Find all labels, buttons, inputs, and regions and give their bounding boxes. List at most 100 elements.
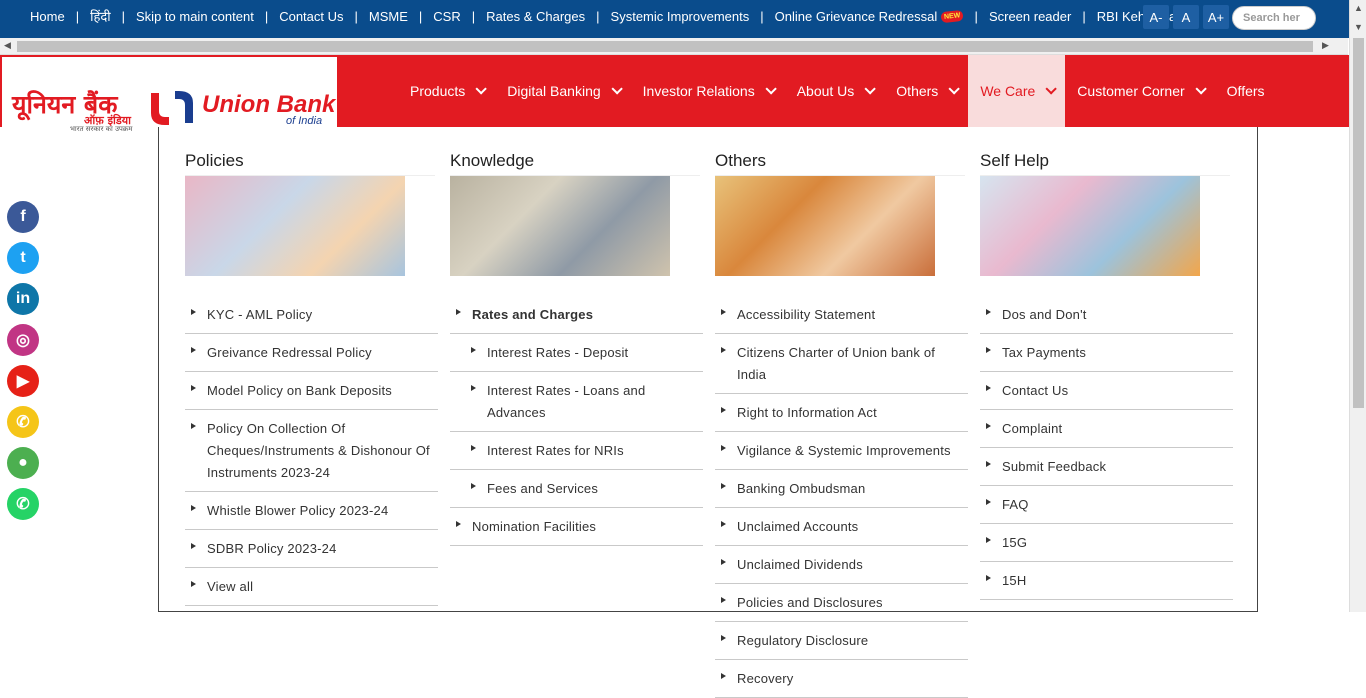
- scroll-right-icon[interactable]: ▶: [1322, 40, 1329, 51]
- menu-link[interactable]: Policy On Collection Of Cheques/Instrume…: [185, 410, 438, 492]
- map-pin-icon[interactable]: ●: [7, 447, 39, 479]
- menu-link[interactable]: 15G: [980, 524, 1233, 562]
- link-separator: |: [596, 8, 600, 24]
- bank-logo[interactable]: यूनियन बैंक ऑफ़ इंडिया भारत सरकार का उपक…: [2, 57, 337, 133]
- mega-column-self-help: Self Help Dos and Don't Tax Payments Contac…: [980, 127, 1234, 600]
- chevron-down-icon: [864, 83, 877, 95]
- menu-link[interactable]: Dos and Don't: [980, 296, 1233, 334]
- menu-link[interactable]: Recovery: [715, 660, 968, 698]
- column-link-list: Rates and Charges Interest Rates - Deposi…: [450, 296, 703, 546]
- menu-link[interactable]: Whistle Blower Policy 2023-24: [185, 492, 438, 530]
- menu-link[interactable]: Tax Payments: [980, 334, 1233, 372]
- menu-link[interactable]: Interest Rates for NRIs: [450, 432, 703, 470]
- nav-item-offers[interactable]: Offers: [1215, 55, 1277, 127]
- nav-item-others[interactable]: Others: [884, 55, 968, 127]
- nav-item-customer-corner[interactable]: Customer Corner: [1065, 55, 1214, 127]
- menu-link[interactable]: Unclaimed Dividends: [715, 546, 968, 584]
- menu-link[interactable]: View all: [185, 568, 438, 606]
- nav-item-products[interactable]: Products: [398, 55, 495, 127]
- link-separator: |: [974, 8, 978, 24]
- menu-link[interactable]: Model Policy on Bank Deposits: [185, 372, 438, 410]
- menu-link[interactable]: Banking Ombudsman: [715, 470, 968, 508]
- menu-link[interactable]: Right to Information Act: [715, 394, 968, 432]
- column-link-list: KYC - AML Policy Greivance Redressal Poli…: [185, 296, 438, 606]
- mega-column-knowledge: Knowledge Rates and Charges Interest Rates…: [450, 127, 704, 546]
- menu-link[interactable]: Policies and Disclosures: [715, 584, 968, 622]
- instagram-icon[interactable]: ◎: [7, 324, 39, 356]
- new-badge: NEW: [940, 9, 965, 23]
- column-image: [980, 176, 1200, 276]
- site-header: यूनियन बैंक ऑफ़ इंडिया भारत सरकार का उपक…: [0, 55, 1349, 133]
- menu-link[interactable]: Nomination Facilities: [450, 508, 703, 546]
- link-separator: |: [121, 8, 126, 24]
- chevron-down-icon: [948, 83, 961, 95]
- top-link-8[interactable]: Online Grievance Redressal: [775, 9, 938, 24]
- menu-link[interactable]: Greivance Redressal Policy: [185, 334, 438, 372]
- top-link-4[interactable]: MSME: [369, 9, 408, 24]
- menu-link[interactable]: Fees and Services: [450, 470, 703, 508]
- column-image: [715, 176, 935, 276]
- horizontal-scrollbar[interactable]: ◀ ▶: [0, 38, 1348, 55]
- we-care-mega-menu: Policies KYC - AML Policy Greivance Redres…: [158, 127, 1258, 698]
- youtube-icon[interactable]: ▶: [7, 365, 39, 397]
- column-heading: Self Help: [980, 151, 1049, 170]
- menu-link[interactable]: Unclaimed Accounts: [715, 508, 968, 546]
- nav-item-about-us[interactable]: About Us: [785, 55, 885, 127]
- top-link-2[interactable]: Skip to main content: [136, 9, 254, 24]
- nav-item-digital-banking[interactable]: Digital Banking: [495, 55, 630, 127]
- column-heading: Others: [715, 151, 767, 170]
- menu-link[interactable]: Rates and Charges: [450, 296, 703, 334]
- menu-link[interactable]: Submit Feedback: [980, 448, 1233, 486]
- menu-link[interactable]: Complaint: [980, 410, 1233, 448]
- chevron-down-icon: [765, 83, 777, 95]
- nav-item-investor-relations[interactable]: Investor Relations: [631, 55, 785, 127]
- menu-link[interactable]: Interest Rates - Deposit: [450, 334, 703, 372]
- menu-link[interactable]: Citizens Charter of Union bank of India: [715, 334, 968, 394]
- column-heading: Knowledge: [450, 151, 535, 170]
- phone-icon[interactable]: ✆: [7, 406, 39, 438]
- link-separator: |: [1082, 8, 1086, 24]
- main-navigation: Products Digital Banking Investor Relation…: [398, 55, 1277, 127]
- vertical-scrollbar[interactable]: ▲ ▼: [1349, 0, 1366, 612]
- top-link-1[interactable]: हिंदी: [90, 7, 111, 25]
- whatsapp-icon[interactable]: ✆: [7, 488, 39, 520]
- scroll-down-icon[interactable]: ▼: [1354, 22, 1363, 32]
- menu-link[interactable]: Interest Rates - Loans and Advances: [450, 372, 703, 432]
- nav-item-label: Digital Banking: [507, 83, 601, 99]
- nav-item-we-care[interactable]: We Care: [968, 55, 1066, 127]
- top-link-5[interactable]: CSR: [433, 9, 460, 24]
- nav-item-label: We Care: [980, 83, 1036, 99]
- top-link-6[interactable]: Rates & Charges: [486, 9, 585, 24]
- menu-link[interactable]: Contact Us: [980, 372, 1233, 410]
- menu-link[interactable]: KYC - AML Policy: [185, 296, 438, 334]
- facebook-icon[interactable]: f: [7, 201, 39, 233]
- top-link-9[interactable]: Screen reader: [989, 9, 1071, 24]
- column-image: [185, 176, 405, 276]
- horizontal-scroll-thumb[interactable]: [17, 41, 1313, 52]
- vertical-scroll-thumb[interactable]: [1353, 38, 1364, 408]
- scroll-left-icon[interactable]: ◀: [4, 40, 11, 51]
- top-links: Home | हिंदी | Skip to main content | Contact …: [30, 0, 1179, 32]
- decrease-font-button[interactable]: A-: [1143, 5, 1169, 29]
- reset-font-button[interactable]: A: [1173, 5, 1199, 29]
- linkedin-icon[interactable]: in: [7, 283, 39, 315]
- menu-link[interactable]: Regulatory Disclosure: [715, 622, 968, 660]
- column-heading: Policies: [185, 151, 244, 170]
- menu-link[interactable]: FAQ: [980, 486, 1233, 524]
- mega-column-others: Others Accessibility Statement Citizens Ch…: [715, 127, 969, 698]
- nav-item-label: Offers: [1226, 83, 1265, 99]
- search-input[interactable]: Search her: [1232, 6, 1316, 30]
- scroll-up-icon[interactable]: ▲: [1354, 3, 1363, 13]
- menu-link[interactable]: SDBR Policy 2023-24: [185, 530, 438, 568]
- top-link-7[interactable]: Systemic Improvements: [611, 9, 750, 24]
- link-separator: |: [75, 8, 80, 24]
- top-link-0[interactable]: Home: [30, 9, 65, 24]
- menu-link[interactable]: Vigilance & Systemic Improvements: [715, 432, 968, 470]
- top-link-3[interactable]: Contact Us: [279, 9, 343, 24]
- menu-link[interactable]: 15H: [980, 562, 1233, 600]
- menu-link[interactable]: Accessibility Statement: [715, 296, 968, 334]
- logo-english-subtext: of India: [286, 115, 323, 127]
- chevron-down-icon: [475, 83, 488, 95]
- increase-font-button[interactable]: A+: [1203, 5, 1229, 29]
- twitter-icon[interactable]: t: [7, 242, 39, 274]
